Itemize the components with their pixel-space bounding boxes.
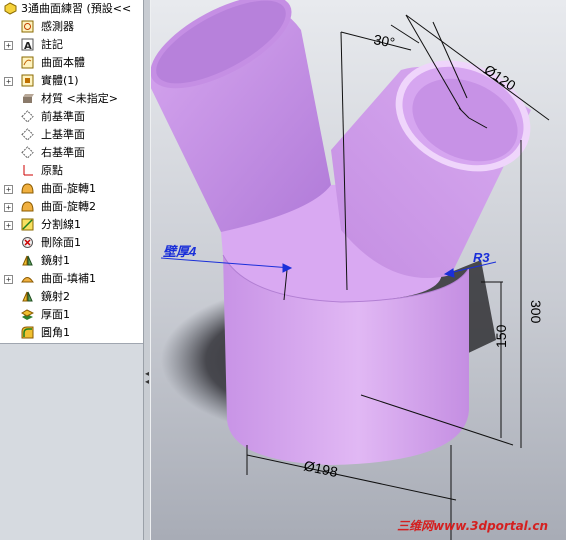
feature-tree-item-label: 厚面1 <box>41 308 70 321</box>
feature-tree-item[interactable]: 刪除面1 <box>0 234 143 252</box>
feature-tree-item[interactable]: 鏡射1 <box>0 252 143 270</box>
feature-tree-item[interactable]: + 曲面-填補1 <box>0 270 143 288</box>
angle-dimension[interactable]: 30° <box>372 31 396 50</box>
material-icon <box>21 92 34 105</box>
feature-tree-item-label: 曲面-填補1 <box>41 272 96 285</box>
feature-tree-item-label: 前基準面 <box>41 110 85 123</box>
feature-tree-item-label: 鏡射2 <box>41 290 70 303</box>
split-line-icon <box>21 218 34 231</box>
part-icon <box>4 2 17 15</box>
thickness-annotation[interactable]: 壁厚4 <box>163 244 197 259</box>
panel-splitter[interactable]: ◂ ◂ <box>143 0 151 540</box>
total-height-dimension[interactable]: 300 <box>528 300 544 324</box>
feature-tree-item-label: 曲面-旋轉1 <box>41 182 96 195</box>
svg-text:A: A <box>24 41 32 51</box>
feature-manager-tree: 3通曲面練習 (預設<< 感測器 + A 註記曲面本體 + 實體(1) 材質 <未指定> 前基準… <box>0 0 144 540</box>
expand-toggle-icon[interactable]: + <box>4 185 13 194</box>
feature-tree-item[interactable]: 上基準面 <box>0 126 143 144</box>
feature-tree-item-label: 鏡射1 <box>41 254 70 267</box>
graphics-viewport[interactable]: 30° Ø120 300 150 Ø198 R3 壁厚4 三维网www.3dpo… <box>151 0 566 540</box>
feature-tree-item-label: 上基準面 <box>41 128 85 141</box>
feature-tree-root-label: 3通曲面練習 (預設<< <box>21 2 132 15</box>
expand-toggle-icon[interactable]: + <box>4 77 13 86</box>
feature-tree-item-label: 材質 <未指定> <box>41 92 118 105</box>
feature-tree-item[interactable]: + 分割線1 <box>0 216 143 234</box>
lower-height-dimension[interactable]: 150 <box>493 324 509 348</box>
surface-fill-icon <box>21 272 34 285</box>
feature-tree-item-label: 原點 <box>41 164 63 177</box>
model-canvas: 30° Ø120 300 150 Ø198 R3 壁厚4 <box>151 0 550 540</box>
feature-tree-list: 3通曲面練習 (預設<< 感測器 + A 註記曲面本體 + 實體(1) 材質 <未指定> 前基準… <box>0 0 143 342</box>
sensor-icon <box>21 20 34 33</box>
fillet-icon <box>21 326 34 339</box>
feature-tree-item[interactable]: + A 註記 <box>0 36 143 54</box>
surface-bodies-icon <box>21 56 34 69</box>
fillet-radius-annotation[interactable]: R3 <box>473 250 490 265</box>
feature-tree-item-label: 曲面本體 <box>41 56 85 69</box>
feature-tree-item[interactable]: 感測器 <box>0 18 143 36</box>
feature-tree-item[interactable]: 原點 <box>0 162 143 180</box>
feature-tree-item-label: 分割線1 <box>41 218 81 231</box>
solid-bodies-icon <box>21 74 34 87</box>
expand-toggle-icon[interactable]: + <box>4 275 13 284</box>
mirror-icon <box>21 254 34 267</box>
surface-revolve-icon <box>21 200 34 213</box>
annotation-icon: A <box>21 38 34 52</box>
feature-tree-item-label: 圓角1 <box>41 326 70 339</box>
feature-tree-item[interactable]: 厚面1 <box>0 306 143 324</box>
collapse-panel-icon[interactable]: ◂ ◂ <box>144 370 150 394</box>
feature-tree-item[interactable]: 曲面本體 <box>0 54 143 72</box>
feature-tree-empty-area <box>0 343 143 540</box>
thicken-icon <box>21 308 35 321</box>
feature-tree-item[interactable]: + 曲面-旋轉2 <box>0 198 143 216</box>
expand-toggle-icon[interactable]: + <box>4 221 13 230</box>
feature-tree-item[interactable]: 材質 <未指定> <box>0 90 143 108</box>
delete-face-icon <box>21 236 34 249</box>
feature-tree-item-label: 刪除面1 <box>41 236 81 249</box>
feature-tree-item-label: 右基準面 <box>41 146 85 159</box>
feature-tree-item[interactable]: + 實體(1) <box>0 72 143 90</box>
feature-tree-item[interactable]: 圓角1 <box>0 324 143 342</box>
expand-toggle-icon[interactable]: + <box>4 203 13 212</box>
feature-tree-item-label: 註記 <box>41 38 63 51</box>
feature-tree-item[interactable]: 右基準面 <box>0 144 143 162</box>
feature-tree-item-label: 曲面-旋轉2 <box>41 200 96 213</box>
feature-tree-root[interactable]: 3通曲面練習 (預設<< <box>0 0 143 18</box>
surface-revolve-icon <box>21 182 34 195</box>
plane-icon <box>21 110 34 123</box>
mirror-icon <box>21 290 34 303</box>
plane-icon <box>21 128 34 141</box>
feature-tree-item-label: 實體(1) <box>41 74 79 87</box>
origin-icon <box>21 164 34 177</box>
feature-tree-item-label: 感測器 <box>41 20 74 33</box>
expand-toggle-icon[interactable]: + <box>4 41 13 50</box>
feature-tree-item[interactable]: 前基準面 <box>0 108 143 126</box>
feature-tree-item[interactable]: 鏡射2 <box>0 288 143 306</box>
feature-tree-item[interactable]: + 曲面-旋轉1 <box>0 180 143 198</box>
site-watermark: 三维网www.3dportal.cn <box>397 519 548 533</box>
plane-icon <box>21 146 34 159</box>
